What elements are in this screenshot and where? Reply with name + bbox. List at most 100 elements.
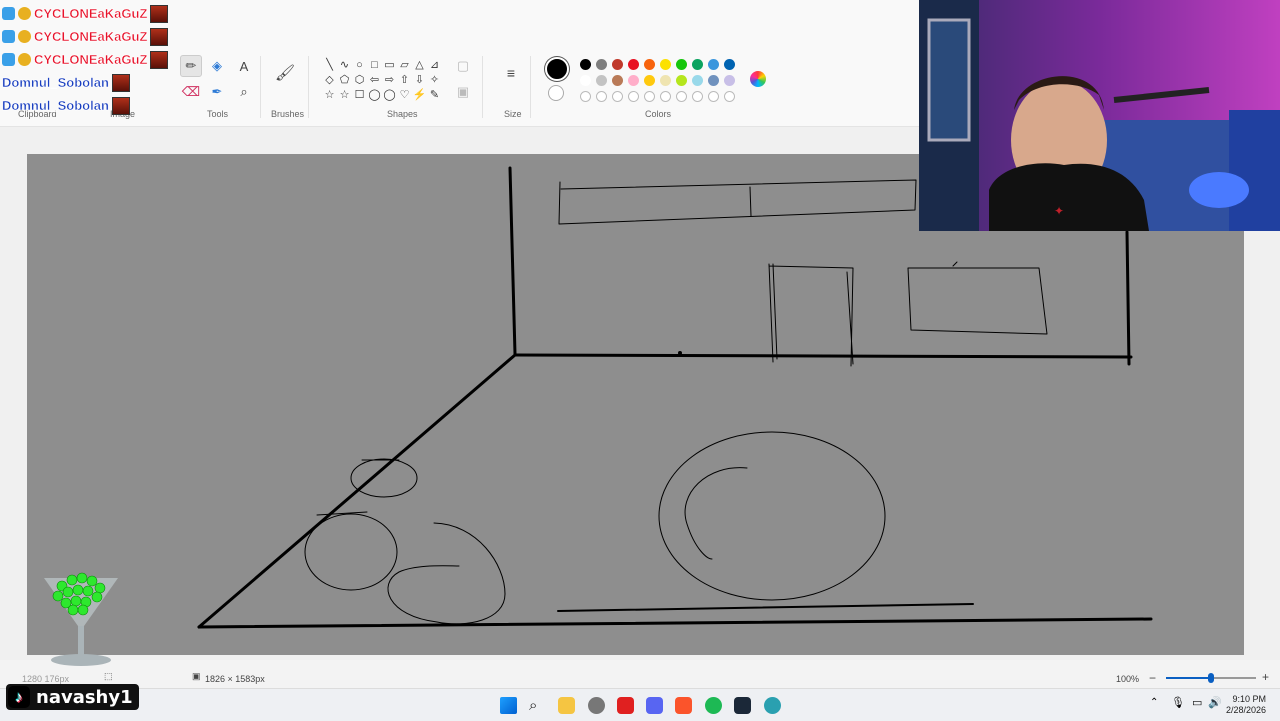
shape-option-icon[interactable]: ⇨: [382, 73, 397, 88]
system-clock[interactable]: 9:10 PM 2/28/2026: [1226, 694, 1266, 716]
color-swatch[interactable]: [724, 75, 735, 86]
fill-icon[interactable]: ◈: [206, 55, 228, 77]
secondary-color-swatch[interactable]: [548, 85, 564, 101]
custom-color-slot[interactable]: [692, 91, 703, 102]
shape-option-icon[interactable]: ∿: [337, 58, 352, 73]
shape-option-icon[interactable]: ⚡: [412, 88, 427, 103]
shape-option-icon[interactable]: ╲: [322, 58, 337, 73]
shape-option-icon[interactable]: ⬡: [352, 73, 367, 88]
color-swatch[interactable]: [612, 59, 623, 70]
color-swatch[interactable]: [708, 59, 719, 70]
shape-option-icon[interactable]: ☐: [352, 88, 367, 103]
color-swatch[interactable]: [596, 75, 607, 86]
color-swatch[interactable]: [724, 59, 735, 70]
color-swatch[interactable]: [644, 59, 655, 70]
microphone-icon[interactable]: 🎙: [1171, 696, 1185, 709]
settings-icon[interactable]: [588, 697, 605, 714]
shape-option-icon[interactable]: ◇: [322, 73, 337, 88]
shape-option-icon[interactable]: ▱: [397, 58, 412, 73]
shape-option-icon[interactable]: ◯: [382, 88, 397, 103]
color-swatch[interactable]: [580, 75, 591, 86]
shape-option-icon[interactable]: □: [367, 58, 382, 73]
shape-option-icon[interactable]: ✎: [427, 88, 442, 103]
color-palette[interactable]: [578, 57, 738, 105]
chat-badge-icon: [2, 53, 15, 66]
spotify-icon[interactable]: [705, 697, 722, 714]
chat-badge-icon: [2, 7, 15, 20]
color-swatch[interactable]: [628, 75, 639, 86]
tray-chevron-icon[interactable]: ⌃: [1150, 697, 1158, 708]
brushes-button[interactable]: 🖌: [274, 62, 296, 84]
text-tool[interactable]: A: [233, 55, 255, 77]
taskbar: ⌕ ⌃ 🎙 ▭ 🔊 9:10 PM 2/28/2026: [0, 688, 1280, 721]
chat-username: Domnul_Sobolan: [2, 75, 109, 90]
steam-icon[interactable]: [734, 697, 751, 714]
zoom-slider-thumb[interactable]: [1208, 673, 1214, 683]
edit-colors-icon[interactable]: [750, 71, 766, 87]
shape-option-icon[interactable]: ▭: [382, 58, 397, 73]
search-icon[interactable]: ⌕: [529, 697, 546, 714]
color-swatch[interactable]: [644, 75, 655, 86]
shape-option-icon[interactable]: ⬠: [337, 73, 352, 88]
color-swatch[interactable]: [612, 75, 623, 86]
glass-emote-icon: [44, 572, 118, 666]
zoom-slider[interactable]: [1166, 673, 1256, 683]
group-label-size: Size: [504, 109, 522, 119]
shape-fill-icon[interactable]: ▣: [452, 81, 474, 103]
custom-color-slot[interactable]: [644, 91, 655, 102]
zoom-out-button[interactable]: −: [1149, 671, 1156, 685]
color-swatch[interactable]: [660, 59, 671, 70]
color-swatch[interactable]: [580, 59, 591, 70]
color-picker-icon[interactable]: ✒: [206, 81, 228, 103]
shape-option-icon[interactable]: ✧: [427, 73, 442, 88]
zoom-in-button[interactable]: +: [1262, 670, 1269, 684]
group-label-colors: Colors: [645, 109, 672, 119]
brave-icon[interactable]: [675, 697, 692, 714]
custom-color-slot[interactable]: [628, 91, 639, 102]
custom-color-slot[interactable]: [724, 91, 735, 102]
windows-start-icon[interactable]: [500, 697, 517, 714]
color-swatch[interactable]: [660, 75, 671, 86]
file-explorer-icon[interactable]: [558, 697, 575, 714]
chat-badge-icon: [18, 7, 31, 20]
shape-option-icon[interactable]: ◯: [367, 88, 382, 103]
color-swatch[interactable]: [676, 59, 687, 70]
custom-color-slot[interactable]: [612, 91, 623, 102]
shape-option-icon[interactable]: ☆: [322, 88, 337, 103]
shape-option-icon[interactable]: ⇧: [397, 73, 412, 88]
browser-icon[interactable]: [764, 697, 781, 714]
discord-icon[interactable]: [646, 697, 663, 714]
chat-message: Domnul_Sobolan: [2, 94, 202, 117]
shapes-gallery[interactable]: ╲ ∿ ○ □ ▭ ▱ △ ⊿ ◇ ⬠ ⬡ ⇦ ⇨ ⇧ ⇩ ✧ ☆ ☆ ☐ ◯ ◯ ♡ ⚡ ✎: [322, 58, 442, 103]
wifi-icon[interactable]: ▭: [1192, 696, 1202, 709]
shape-option-icon[interactable]: ⇩: [412, 73, 427, 88]
color-swatch[interactable]: [692, 59, 703, 70]
speaker-icon[interactable]: 🔊: [1208, 696, 1222, 709]
custom-color-slot[interactable]: [708, 91, 719, 102]
custom-color-slot[interactable]: [676, 91, 687, 102]
shape-option-icon[interactable]: ⊿: [427, 58, 442, 73]
media-player-icon[interactable]: [617, 697, 634, 714]
color-swatch[interactable]: [692, 75, 703, 86]
color-swatch[interactable]: [628, 59, 639, 70]
custom-color-slot[interactable]: [580, 91, 591, 102]
shape-option-icon[interactable]: ☆: [337, 88, 352, 103]
primary-color-swatch[interactable]: [545, 57, 569, 81]
size-icon[interactable]: ≡: [500, 62, 522, 84]
color-swatch[interactable]: [708, 75, 719, 86]
webcam-overlay: ✦: [919, 0, 1280, 231]
shape-outline-icon[interactable]: ▢: [452, 55, 474, 77]
clock-time: 9:10 PM: [1232, 694, 1266, 704]
divider: [482, 56, 483, 118]
cursor-position: 1280 176px: [22, 674, 70, 684]
shape-option-icon[interactable]: △: [412, 58, 427, 73]
shape-option-icon[interactable]: ♡: [397, 88, 412, 103]
custom-color-slot[interactable]: [660, 91, 671, 102]
magnifier-icon[interactable]: ⌕: [233, 81, 255, 103]
shape-option-icon[interactable]: ○: [352, 58, 367, 73]
custom-color-slot[interactable]: [596, 91, 607, 102]
shape-option-icon[interactable]: ⇦: [367, 73, 382, 88]
canvas-size: 1826 × 1583px: [205, 674, 265, 684]
color-swatch[interactable]: [676, 75, 687, 86]
color-swatch[interactable]: [596, 59, 607, 70]
